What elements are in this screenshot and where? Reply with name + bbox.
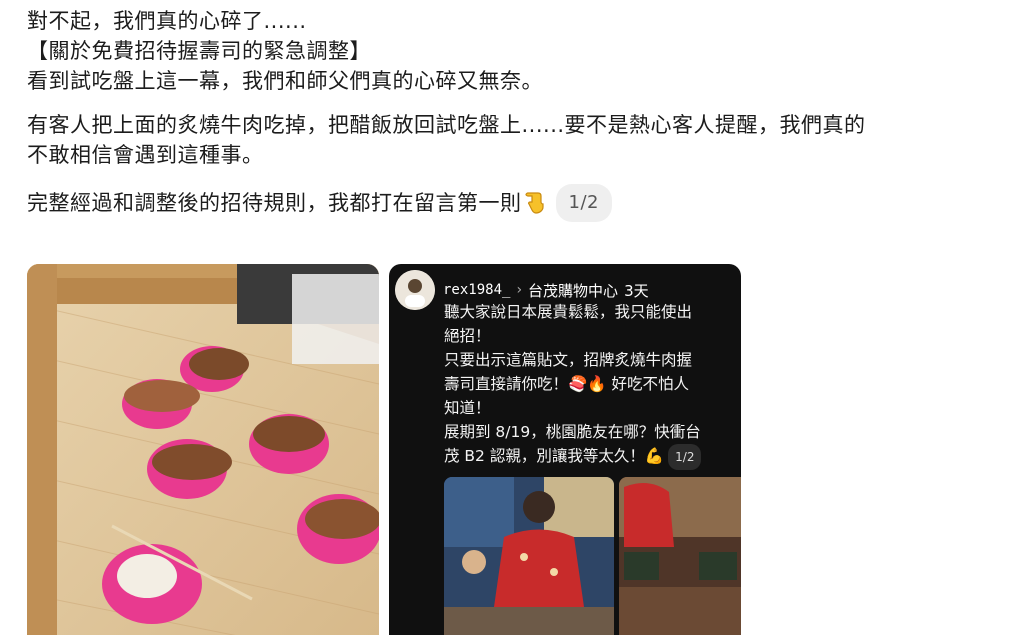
ig-caption-line: 壽司直接請你吃！🍣🔥 好吃不怕人	[444, 375, 690, 393]
ig-username[interactable]: rex1984_	[443, 282, 510, 298]
post-line-6: 完整經過和調整後的招待規則，我都打在留言第一則	[27, 191, 522, 215]
image-counter-badge[interactable]: 1/2	[555, 184, 612, 222]
ig-timestamp: 3天	[624, 281, 649, 300]
post-text: 對不起，我們真的心碎了...... 【關於免費招待握壽司的緊急調整】 看到試吃盤…	[27, 6, 1007, 222]
chevron-right-icon: ›	[516, 282, 523, 298]
post-line-1: 對不起，我們真的心碎了......	[27, 9, 307, 33]
ig-caption-line: 展期到 8/19，桃園脆友在哪？快衝台	[444, 423, 701, 441]
ig-location[interactable]: 台茂購物中心	[528, 280, 618, 301]
post-line-3: 看到試吃盤上這一幕，我們和師父們真的心碎又無奈。	[27, 69, 543, 93]
ig-image-counter[interactable]: 1/2	[668, 444, 702, 470]
ig-caption-line: 茂 B2 認親，別讓我等太久！💪	[444, 447, 665, 465]
ig-photo-chef[interactable]	[444, 477, 614, 635]
post-line-4: 有客人把上面的炙燒牛肉吃掉，把醋飯放回試吃盤上......要不是熱心客人提醒，我…	[27, 113, 866, 137]
avatar[interactable]	[395, 270, 435, 310]
ig-caption-line: 絕招！	[444, 327, 491, 345]
ig-caption-line: 聽大家說日本展貴鬆鬆，我只能使出	[444, 303, 693, 321]
post-line-6-row: 完整經過和調整後的招待規則，我都打在留言第一則 1/2	[27, 184, 1007, 222]
ig-caption-last-row: 茂 B2 認親，別讓我等太久！💪 1/2	[444, 444, 734, 470]
sushi-tray-illustration	[27, 264, 379, 635]
pointing-down-emoji-icon	[524, 191, 546, 215]
post-line-2: 【關於免費招待握壽司的緊急調整】	[27, 39, 371, 63]
instagram-screenshot[interactable]: rex1984_ › 台茂購物中心 3天 聽大家說日本展貴鬆鬆，我只能使出 絕招…	[389, 264, 741, 635]
ig-caption: 聽大家說日本展貴鬆鬆，我只能使出 絕招！ 只要出示這篇貼文，招牌炙燒牛肉握 壽司…	[444, 300, 734, 470]
ig-caption-line: 知道！	[444, 399, 491, 417]
ig-caption-line: 只要出示這篇貼文，招牌炙燒牛肉握	[444, 351, 693, 369]
post-line-5: 不敢相信會遇到這種事。	[27, 143, 264, 167]
sushi-tray-photo[interactable]	[27, 264, 379, 635]
ig-photo-counter[interactable]	[619, 477, 741, 635]
